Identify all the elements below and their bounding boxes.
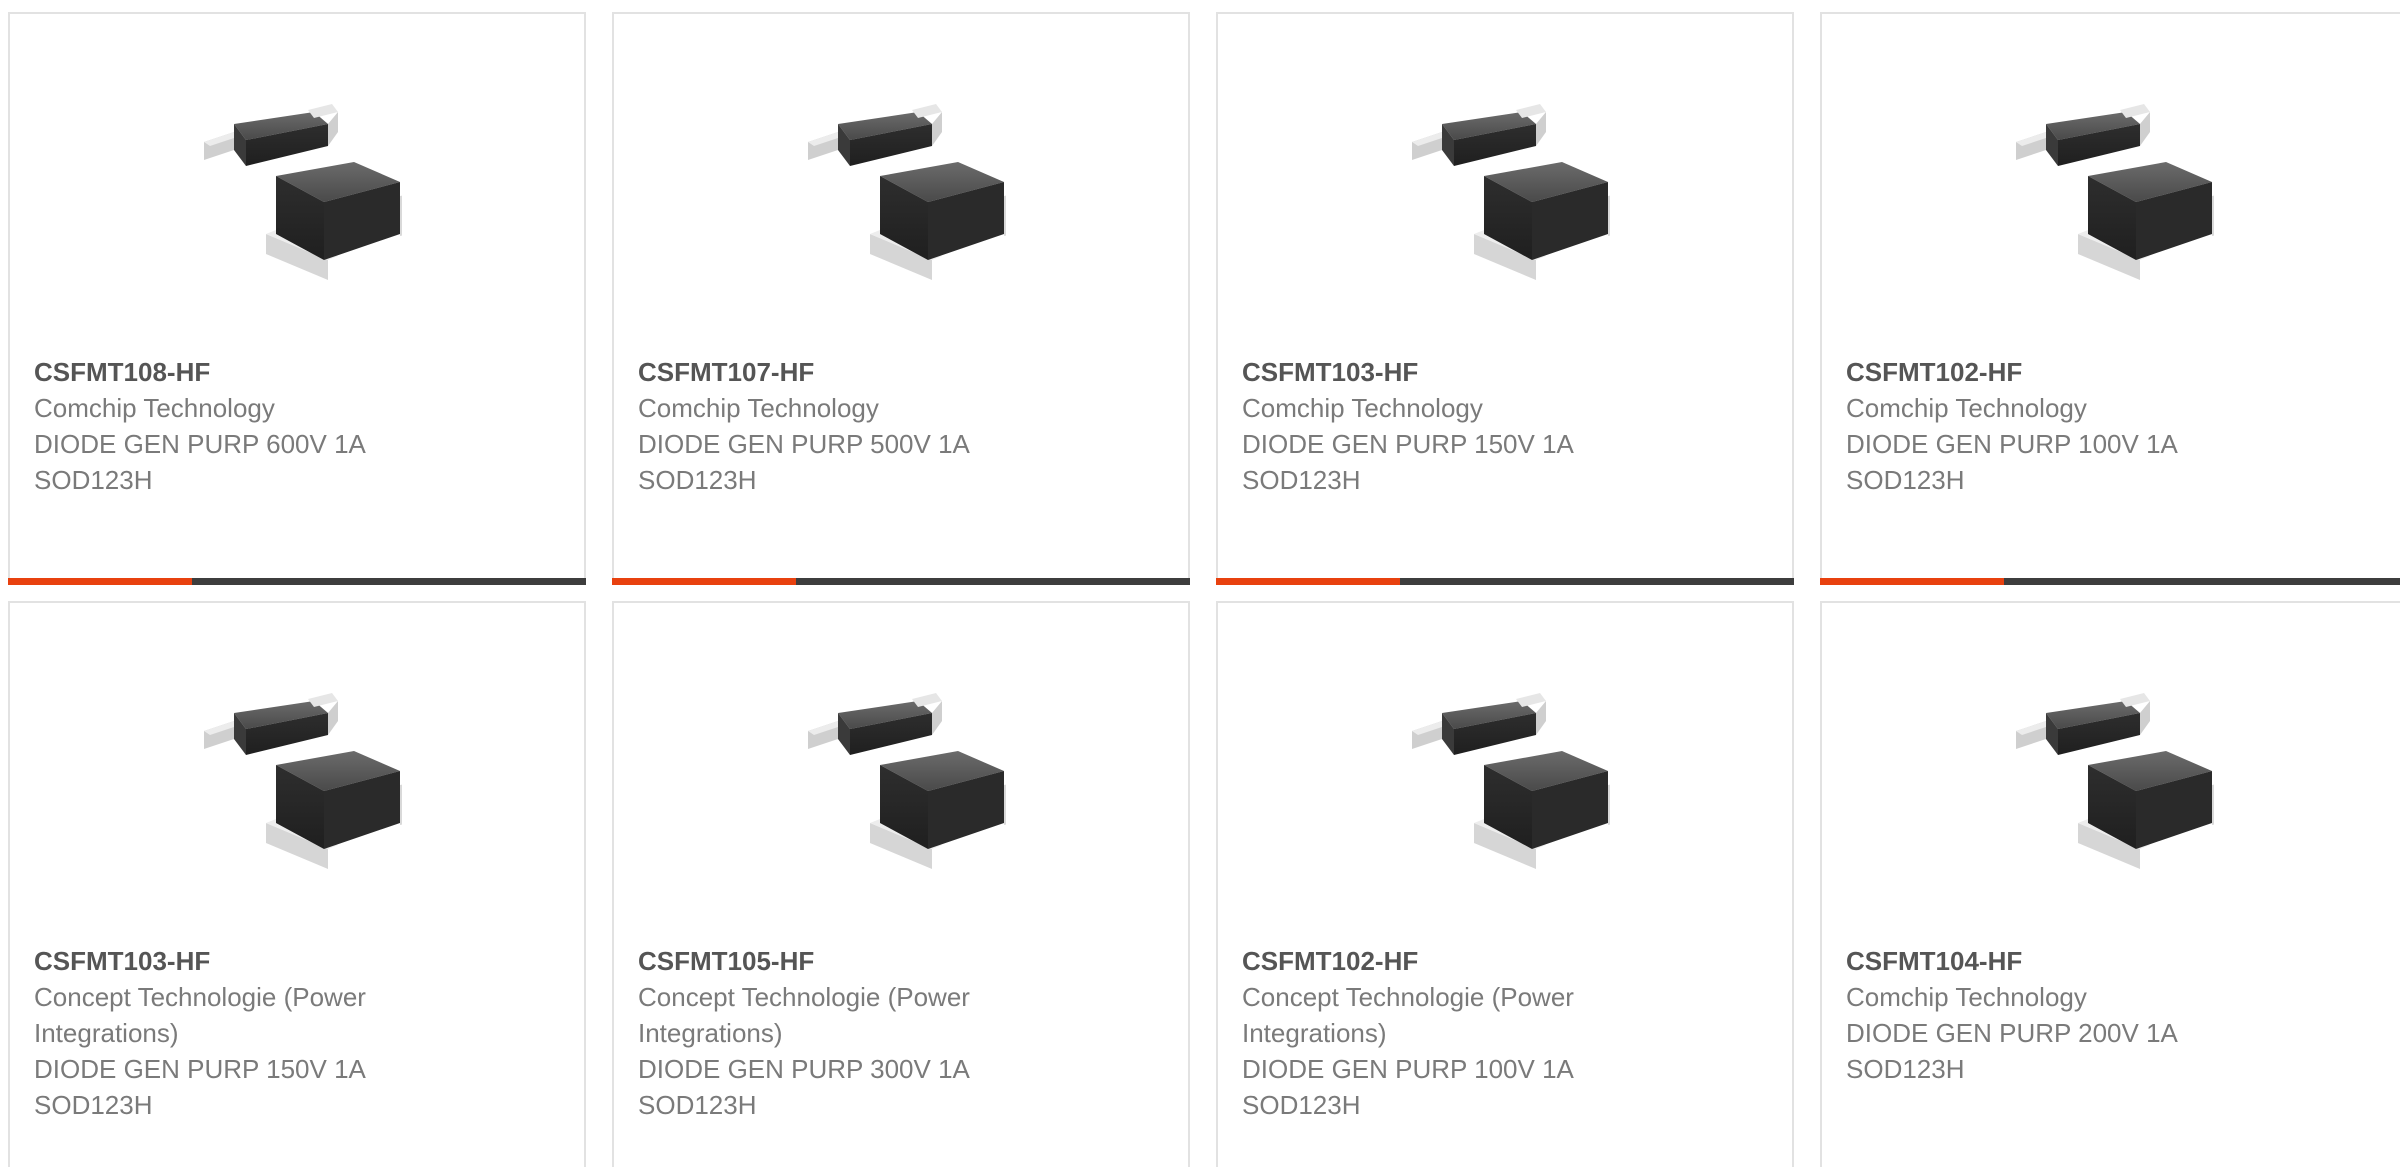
description: DIODE GEN PURP 100V 1A [1242,1054,1574,1084]
card-footer-bar [8,578,586,585]
manufacturer: Comchip Technology [638,393,879,423]
package: SOD123H [638,1090,757,1120]
part-number[interactable]: CSFMT103-HF [34,943,474,979]
smd-diode-image [204,104,402,280]
product-card[interactable]: CSFMT104-HF Comchip Technology DIODE GEN… [1820,601,2400,1167]
product-info: CSFMT107-HF Comchip Technology DIODE GEN… [638,354,1078,498]
part-number[interactable]: CSFMT107-HF [638,354,1078,390]
card-footer-bar [1820,578,2400,585]
product-info: CSFMT103-HF Concept Technologie (Power I… [34,943,474,1123]
manufacturer: Concept Technologie (Power Integrations) [34,982,366,1048]
part-number[interactable]: CSFMT102-HF [1242,943,1682,979]
card-footer-accent [8,578,192,585]
package: SOD123H [1242,1090,1361,1120]
smd-diode-image [1412,693,1610,869]
product-card[interactable]: CSFMT102-HF Concept Technologie (Power I… [1216,601,1794,1167]
product-card[interactable]: CSFMT108-HF Comchip Technology DIODE GEN… [8,12,586,585]
part-number[interactable]: CSFMT105-HF [638,943,1078,979]
product-card[interactable]: CSFMT105-HF Concept Technologie (Power I… [612,601,1190,1167]
card-footer-accent [1216,578,1400,585]
smd-diode-image [2016,104,2214,280]
product-info: CSFMT105-HF Concept Technologie (Power I… [638,943,1078,1123]
description: DIODE GEN PURP 500V 1A [638,429,970,459]
part-number[interactable]: CSFMT108-HF [34,354,474,390]
smd-diode-image [808,693,1006,869]
description: DIODE GEN PURP 150V 1A [34,1054,366,1084]
manufacturer: Comchip Technology [1846,982,2087,1012]
package: SOD123H [638,465,757,495]
smd-diode-image [204,693,402,869]
card-footer-accent [612,578,796,585]
card-footer-bar [1216,578,1794,585]
card-footer-accent [1820,578,2004,585]
manufacturer: Concept Technologie (Power Integrations) [1242,982,1574,1048]
package: SOD123H [1846,465,1965,495]
product-card[interactable]: CSFMT107-HF Comchip Technology DIODE GEN… [612,12,1190,585]
product-card[interactable]: CSFMT102-HF Comchip Technology DIODE GEN… [1820,12,2400,585]
package: SOD123H [34,465,153,495]
product-info: CSFMT104-HF Comchip Technology DIODE GEN… [1846,943,2286,1087]
description: DIODE GEN PURP 150V 1A [1242,429,1574,459]
manufacturer: Comchip Technology [1242,393,1483,423]
product-grid: CSFMT108-HF Comchip Technology DIODE GEN… [0,0,2400,1167]
product-card[interactable]: CSFMT103-HF Comchip Technology DIODE GEN… [1216,12,1794,585]
product-info: CSFMT108-HF Comchip Technology DIODE GEN… [34,354,474,498]
description: DIODE GEN PURP 300V 1A [638,1054,970,1084]
package: SOD123H [1242,465,1361,495]
part-number[interactable]: CSFMT102-HF [1846,354,2286,390]
smd-diode-image [2016,693,2214,869]
card-footer-bar [612,578,1190,585]
description: DIODE GEN PURP 100V 1A [1846,429,2178,459]
description: DIODE GEN PURP 600V 1A [34,429,366,459]
manufacturer: Concept Technologie (Power Integrations) [638,982,970,1048]
manufacturer: Comchip Technology [1846,393,2087,423]
smd-diode-image [808,104,1006,280]
product-info: CSFMT103-HF Comchip Technology DIODE GEN… [1242,354,1682,498]
smd-diode-image [1412,104,1610,280]
package: SOD123H [34,1090,153,1120]
product-info: CSFMT102-HF Concept Technologie (Power I… [1242,943,1682,1123]
product-card[interactable]: CSFMT103-HF Concept Technologie (Power I… [8,601,586,1167]
product-info: CSFMT102-HF Comchip Technology DIODE GEN… [1846,354,2286,498]
package: SOD123H [1846,1054,1965,1084]
manufacturer: Comchip Technology [34,393,275,423]
part-number[interactable]: CSFMT103-HF [1242,354,1682,390]
part-number[interactable]: CSFMT104-HF [1846,943,2286,979]
description: DIODE GEN PURP 200V 1A [1846,1018,2178,1048]
